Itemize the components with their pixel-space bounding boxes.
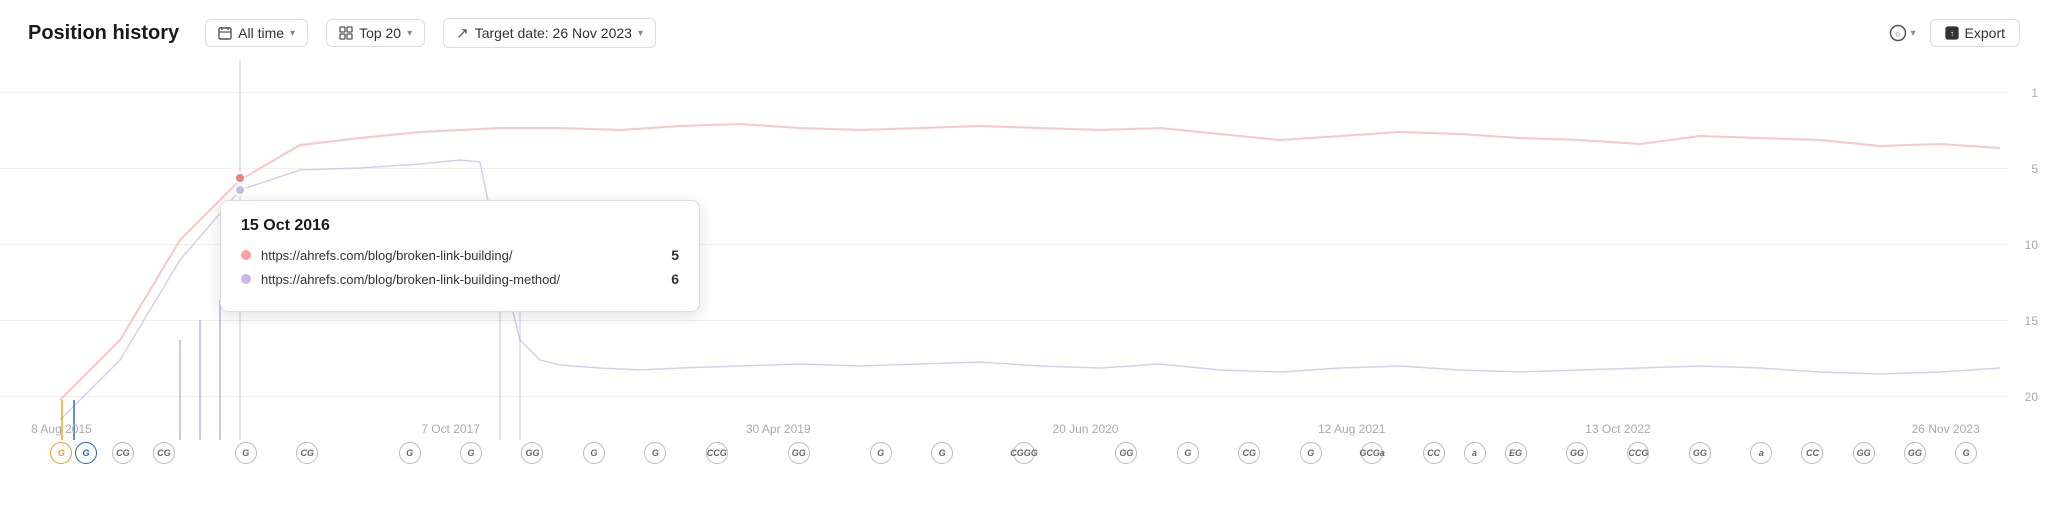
event-icon-13[interactable]: G [870,442,892,464]
bell-icon: ○ [1889,24,1907,42]
export-label: Export [1965,25,2005,41]
chevron-down-icon: ▾ [290,28,295,39]
top20-filter-button[interactable]: Top 20 ▾ [326,19,425,47]
event-icon-19[interactable]: G [1300,442,1322,464]
event-icon-1[interactable]: G [75,442,97,464]
chart-area: 1 5 10 15 20 15 Oct 2016 https://ahrefs.… [0,60,2048,490]
x-label-3: 30 Apr 2019 [746,422,811,436]
event-icon-2[interactable]: CG [112,442,134,464]
page-title: Position history [28,22,179,45]
event-icon-20[interactable]: GCGa [1361,442,1383,464]
event-icon-16[interactable]: GG [1115,442,1137,464]
tooltip-dot-2 [241,274,251,284]
event-icon-12[interactable]: GG [788,442,810,464]
svg-text:↑: ↑ [1950,29,1954,38]
x-axis-labels: 8 Aug 2015 7 Oct 2017 30 Apr 2019 20 Jun… [0,422,2048,442]
event-icon-6[interactable]: G [399,442,421,464]
event-icon-25[interactable]: CCG [1627,442,1649,464]
trendline-icon: ↗ [456,24,469,42]
alltime-filter-button[interactable]: All time ▾ [205,19,308,47]
alltime-label: All time [238,25,284,41]
tooltip-value-1: 5 [671,247,679,263]
event-icon-15[interactable]: CGGG [1013,442,1035,464]
notifications-button[interactable]: ○ ▾ [1889,24,1916,42]
header-right: ○ ▾ ↑ Export [1889,19,2021,47]
event-icon-11[interactable]: CCG [706,442,728,464]
event-icon-3[interactable]: CG [153,442,175,464]
event-icon-29[interactable]: GG [1853,442,1875,464]
chevron-down-icon3: ▾ [638,28,643,39]
chevron-down-icon2: ▾ [407,28,412,39]
tooltip-row-1: https://ahrefs.com/blog/broken-link-buil… [241,247,679,263]
x-label-0: 8 Aug 2015 [31,422,92,436]
x-label-2: 7 Oct 2017 [421,422,480,436]
events-row: G G CG CG G CG G G GG G G CCG GG G G CGG… [0,442,2048,470]
event-icon-9[interactable]: G [583,442,605,464]
event-icon-14[interactable]: G [931,442,953,464]
target-date-label: Target date: 26 Nov 2023 [475,25,632,41]
chart-tooltip: 15 Oct 2016 https://ahrefs.com/blog/brok… [220,200,700,312]
event-icon-4[interactable]: G [235,442,257,464]
tooltip-row-2: https://ahrefs.com/blog/broken-link-buil… [241,271,679,287]
event-icon-26[interactable]: GG [1689,442,1711,464]
event-icon-18[interactable]: CG [1238,442,1260,464]
export-icon: ↑ [1945,26,1959,40]
x-label-7: 26 Nov 2023 [1912,422,1980,436]
target-date-button[interactable]: ↗ Target date: 26 Nov 2023 ▾ [443,18,656,48]
event-icon-8[interactable]: GG [521,442,543,464]
event-icon-27[interactable]: a [1750,442,1772,464]
event-icon-22[interactable]: a [1464,442,1486,464]
x-label-4: 20 Jun 2020 [1052,422,1118,436]
event-icon-24[interactable]: GG [1566,442,1588,464]
x-label-6: 13 Oct 2022 [1585,422,1650,436]
tooltip-date: 15 Oct 2016 [241,217,679,235]
event-icon-0[interactable]: G [50,442,72,464]
top20-label: Top 20 [359,25,401,41]
tooltip-url-2: https://ahrefs.com/blog/broken-link-buil… [261,272,661,287]
event-icon-5[interactable]: CG [296,442,318,464]
grid-icon [339,26,353,40]
event-icon-31[interactable]: G [1955,442,1977,464]
event-icon-28[interactable]: CC [1801,442,1823,464]
tooltip-value-2: 6 [671,271,679,287]
event-icon-30[interactable]: GG [1904,442,1926,464]
export-button[interactable]: ↑ Export [1930,19,2020,47]
svg-text:○: ○ [1895,29,1900,39]
header-bar: Position history All time ▾ Top 20 ▾ ↗ T… [0,0,2048,60]
chevron-down-icon4: ▾ [1911,28,1916,39]
x-label-5: 12 Aug 2021 [1318,422,1385,436]
event-icon-10[interactable]: G [644,442,666,464]
event-icon-23[interactable]: EG [1505,442,1527,464]
tooltip-url-1: https://ahrefs.com/blog/broken-link-buil… [261,248,661,263]
calendar-icon [218,26,232,40]
event-icon-17[interactable]: G [1177,442,1199,464]
event-icon-7[interactable]: G [460,442,482,464]
tooltip-dot-1 [241,250,251,260]
event-icon-21[interactable]: CC [1423,442,1445,464]
